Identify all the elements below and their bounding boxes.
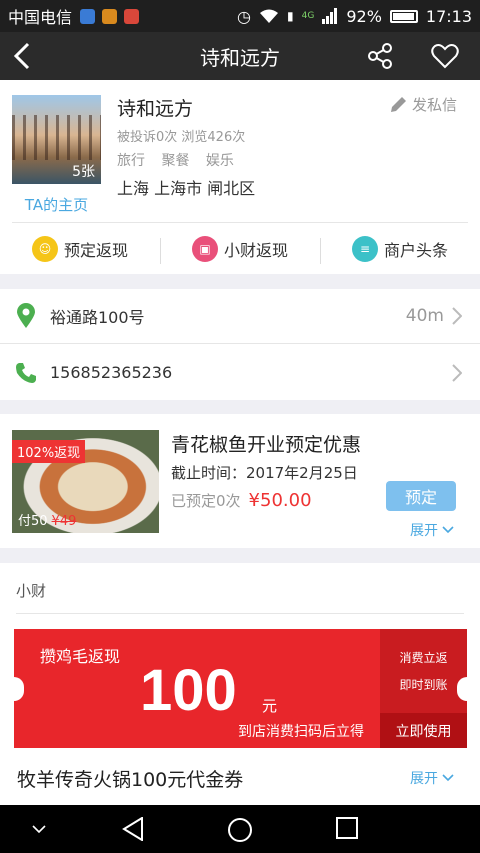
contact-section: 裕通路100号 40m 156852365236 [0,289,480,400]
send-message-label: 发私信 [412,96,458,114]
coupon-notch [14,677,24,701]
location-pin-icon [14,303,38,329]
deal-paid-label: 付50 ¥49 [18,510,76,529]
deal-image[interactable]: 102%返现 付50 ¥49 [12,430,159,533]
coupon-notch [457,677,467,701]
address-text: 裕通路100号 [50,308,145,327]
merchant-name: 诗和远方 [117,98,194,120]
heart-icon[interactable] [430,42,460,70]
book-button[interactable]: 预定 [386,481,456,511]
share-icon[interactable] [365,42,395,70]
booked-count: 已预定0次 [171,492,241,510]
battery-percent: 92% [346,6,382,26]
feature-booking-cashback[interactable]: ☺ 预定返现 [0,235,160,262]
phone-row[interactable]: 156852365236 [0,345,480,400]
news-icon: ≡ [351,235,378,262]
smile-coin-icon: ☺ [31,235,58,262]
alarm-icon: ◷ [237,6,252,26]
app-notification-icon [124,8,140,24]
coupon-side-panel: 消费立返 即时到账 立即使用 [380,629,467,748]
chevron-down-icon [442,526,454,534]
merchant-tags: 旅行 聚餐 娱乐 [117,150,246,170]
merchant-location: 上海 上海市 闸北区 [117,179,256,198]
wifi-icon [260,9,279,23]
carrier-label: 中国电信 [8,8,73,27]
chevron-right-icon [452,307,462,325]
merchant-photo[interactable]: 5张 [12,95,101,184]
merchant-stats: 被投诉0次 浏览426次 [117,130,246,145]
home-circle-icon[interactable] [227,817,253,843]
tag: 聚餐 [161,153,190,169]
heart-notification-icon [102,8,118,24]
shield-notification-icon [80,8,96,24]
feature-merchant-headlines[interactable]: ≡ 商户头条 [320,235,480,264]
network-type-label: 4G [301,11,315,21]
collapse-icon[interactable] [32,825,46,835]
feature-label: 商户头条 [383,240,448,260]
back-arrow-icon[interactable] [10,40,38,72]
cashback-badge: 102%返现 [12,440,86,463]
wallet-icon: ▣ [191,235,218,262]
photo-scenery [12,115,101,160]
coupon-section: 小财 攒鸡毛返现 100 元 到店消费扫码后立得 消费立返 即时到账 立即使用 … [0,563,480,805]
divider [16,613,464,614]
recent-apps-icon[interactable] [336,817,358,839]
coupon-unit: 元 [262,697,278,715]
paid-amount: 付50 [18,514,48,529]
feature-label: 小财返现 [223,240,288,260]
phone-icon [14,362,38,384]
tag: 旅行 [117,153,145,169]
expand-label: 展开 [410,771,438,787]
expand-label: 展开 [410,523,438,539]
photo-count: 5张 [72,164,95,180]
feature-row: ☺ 预定返现 ▣ 小财返现 ≡ 商户头条 [0,223,480,274]
deal-deadline: 截止时间：2017年2月25日 [171,464,358,482]
app-header: 诗和远方 [0,32,480,80]
merchant-profile-card: 5张 TA的主页 诗和远方 发私信 被投诉0次 浏览426次 旅行 聚餐 娱乐 … [0,80,480,274]
send-message-button[interactable]: 发私信 [388,94,457,115]
home-page-link[interactable]: TA的主页 [12,194,101,215]
back-triangle-icon[interactable] [122,817,144,841]
phone-number: 156852365236 [50,363,173,382]
coupon-expand-toggle[interactable]: 展开 [410,768,454,788]
coupon-side-line: 消费立返 [399,651,448,665]
chevron-down-icon [442,774,454,782]
system-nav-bar [0,805,480,853]
coupon-name: 攒鸡毛返现 [40,647,121,666]
tag: 娱乐 [205,153,234,169]
booking-deal-card: 102%返现 付50 ¥49 青花椒鱼开业预定优惠 截止时间：2017年2月25日… [0,414,480,548]
deal-price: ¥50.00 [248,490,312,511]
signal-icon [322,8,338,24]
deal-title: 青花椒鱼开业预定优惠 [171,434,362,456]
feature-label: 预定返现 [63,240,128,260]
distance-label: 40m [405,306,444,326]
cashback-coupon[interactable]: 攒鸡毛返现 100 元 到店消费扫码后立得 消费立返 即时到账 立即使用 [14,629,467,748]
deal-booked-info: 已预定0次 ¥50.00 [171,490,312,511]
section-label: 小财 [16,582,47,600]
status-bar: 中国电信 ◷ ▮ 4G 92% 17:13 [0,0,480,32]
use-now-button[interactable]: 立即使用 [380,713,467,748]
feature-xiaocai-cashback[interactable]: ▣ 小财返现 [160,235,320,264]
page-title: 诗和远方 [200,45,280,70]
address-row[interactable]: 裕通路100号 40m [0,289,480,344]
sim-icon: ▮ [287,9,294,23]
pencil-icon [391,96,406,112]
coupon-title: 牧羊传奇火锅100元代金券 [17,769,244,791]
chevron-right-icon [452,363,462,382]
original-price: ¥49 [51,514,77,529]
coupon-amount: 100 [140,658,237,723]
coupon-side-line: 即时到账 [399,678,448,692]
coupon-note: 到店消费扫码后立得 [238,724,364,740]
battery-icon [389,9,418,23]
deal-expand-toggle[interactable]: 展开 [410,520,454,540]
clock: 17:13 [425,6,472,26]
